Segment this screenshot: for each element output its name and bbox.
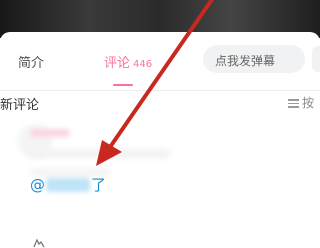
comment-count: 446 [133, 59, 153, 70]
mention-prefix: @ [30, 176, 45, 194]
comment-text-line [30, 149, 170, 158]
sort-button[interactable]: 按 [288, 94, 314, 111]
comment-sort-title: 新评论 [0, 98, 40, 113]
menu-lines-icon [288, 97, 299, 109]
mention-link[interactable]: @ 了 [30, 174, 106, 195]
comment-username[interactable] [30, 129, 70, 137]
tab-intro[interactable]: 简介 [18, 52, 44, 71]
danmaku-placeholder: 点我发弹幕 [215, 54, 276, 68]
mention-suffix: 了 [91, 176, 107, 194]
mention-username-blurred [46, 178, 90, 192]
active-tab-indicator [113, 84, 133, 86]
danmaku-input[interactable]: 点我发弹幕 [203, 45, 305, 73]
tab-comments[interactable]: 评论 446 [104, 52, 152, 71]
comment-sheet: 简介 评论 446 点我发弹幕 新评论 按 @ 了 [0, 32, 320, 248]
tab-comments-label: 评论 [104, 56, 131, 71]
danmaku-toggle-button[interactable] [312, 46, 320, 72]
sort-button-label: 按 [302, 96, 315, 110]
tab-bar: 简介 评论 446 点我发弹幕 [0, 32, 320, 91]
